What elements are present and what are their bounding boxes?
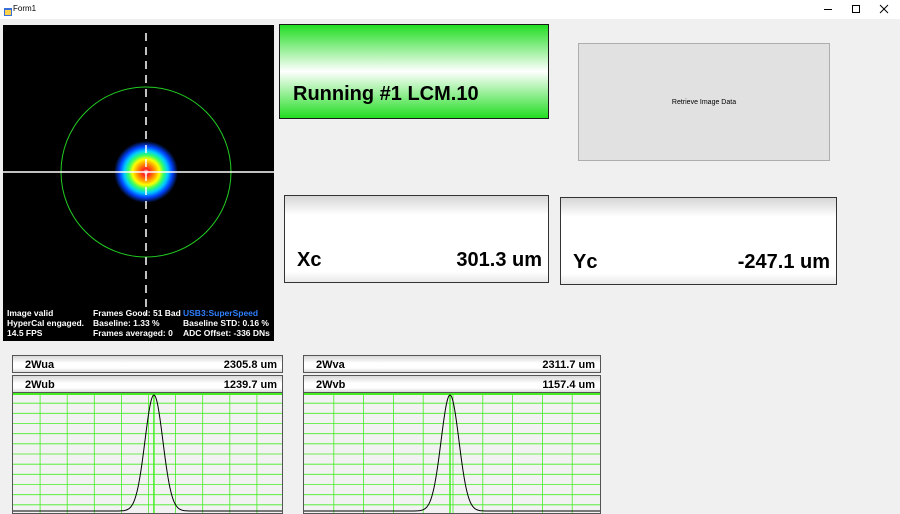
profile-u-curve <box>13 394 282 512</box>
yc-value: -247.1 um <box>737 251 830 273</box>
frames-averaged: Frames averaged: 0 <box>93 328 173 338</box>
xc-readout: Xc 301.3 um <box>284 195 549 283</box>
profile-v-curve <box>304 394 600 512</box>
close-icon <box>879 1 889 19</box>
width-vb-label: 2Wvb <box>316 379 346 391</box>
width-va: 2Wva 2311.7 um <box>303 355 601 373</box>
usb-status: USB3:SuperSpeed <box>183 308 259 318</box>
width-vb-value: 1157.4 um <box>542 379 595 391</box>
width-ua: 2Wua 2305.8 um <box>12 355 283 373</box>
beam-image <box>3 33 274 315</box>
width-va-label: 2Wva <box>316 359 345 371</box>
width-ua-label: 2Wua <box>25 359 55 371</box>
running-status-text: Running #1 LCM.10 <box>293 83 479 105</box>
adc-offset: ADC Offset: -336 DNs <box>183 328 270 338</box>
beam-status-2: HyperCal engaged. <box>7 318 84 328</box>
beam-image-panel[interactable]: Image valid HyperCal engaged. 14.5 FPS F… <box>3 25 274 341</box>
baseline-std: Baseline STD: 0.16 % <box>183 318 269 328</box>
width-va-value: 2311.7 um <box>542 359 595 371</box>
retrieve-button-label: Retrieve Image Data <box>671 98 737 106</box>
app-icon <box>4 4 12 16</box>
baseline: Baseline: 1.33 % <box>93 318 160 328</box>
beam-status-3: 14.5 FPS <box>7 328 43 338</box>
retrieve-image-data-button[interactable]: Retrieve Image Data <box>578 43 830 161</box>
maximize-icon <box>851 1 861 19</box>
yc-readout: Yc -247.1 um <box>560 197 837 285</box>
profile-plot-v <box>303 392 601 514</box>
width-ub: 2Wub 1239.7 um <box>12 375 283 393</box>
profile-plot-v-svg <box>304 393 600 513</box>
yc-label: Yc <box>573 251 598 273</box>
xc-value: 301.3 um <box>456 249 542 271</box>
profile-plot-u <box>12 392 283 514</box>
beam-status-1: Image valid <box>7 308 54 318</box>
xc-label: Xc <box>297 249 322 271</box>
running-status-box: Running #1 LCM.10 <box>279 24 549 119</box>
width-ub-label: 2Wub <box>25 379 55 391</box>
close-button[interactable] <box>870 0 898 19</box>
minimize-icon <box>823 1 833 19</box>
minimize-button[interactable] <box>814 0 842 19</box>
maximize-button[interactable] <box>842 0 870 19</box>
width-ua-value: 2305.8 um <box>223 359 277 371</box>
width-ub-value: 1239.7 um <box>223 379 277 391</box>
window-title: Form1 <box>13 4 37 13</box>
profile-plot-u-svg <box>13 393 282 513</box>
width-vb: 2Wvb 1157.4 um <box>303 375 601 393</box>
title-bar: Form1 <box>0 0 900 19</box>
frames-good: Frames Good: 51 Bad <box>93 308 181 318</box>
